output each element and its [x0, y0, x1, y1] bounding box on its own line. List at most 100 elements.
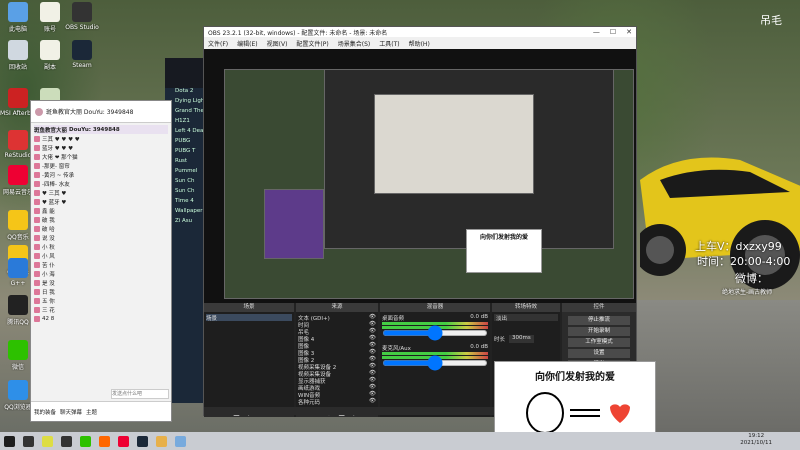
- source-item[interactable]: 视频采集设备 2 👁: [298, 363, 376, 371]
- eye-icon[interactable]: 👁: [369, 342, 376, 349]
- dock-sources: 来源 文本 (GDI+) 👁 时间 👁 吊毛 👁 图像 4 👁 图像 👁 图像 3 👁 图像 2 👁 视频采…: [296, 303, 378, 417]
- transition-select[interactable]: 淡出: [494, 314, 558, 322]
- douyu-icon[interactable]: [99, 435, 110, 447]
- douyu-chat-window: 斑鱼教官大丽 DouYu: 3949848 斑鱼教官大丽 DouYu: 3949…: [30, 100, 172, 422]
- eye-icon[interactable]: 👁: [369, 314, 376, 321]
- avatar: [34, 180, 40, 187]
- app-icon: [72, 2, 92, 22]
- eye-icon[interactable]: 👁: [369, 398, 376, 405]
- desktop-icon[interactable]: OBS Studio: [64, 2, 100, 31]
- desktop-icon[interactable]: 回收站: [0, 40, 36, 71]
- maximize-icon[interactable]: ☐: [610, 28, 616, 36]
- obs-icon[interactable]: [61, 435, 72, 447]
- overlay-weibo-name: 绝地求生-画古教师: [722, 289, 773, 296]
- duration-input[interactable]: 300ms: [509, 335, 534, 343]
- source-item[interactable]: 各种元码 👁: [298, 398, 376, 406]
- chat-message-text: ♥ 三其 ♥: [42, 190, 67, 197]
- app-icon: [8, 210, 28, 230]
- source-name: 画纸游戏: [298, 386, 321, 392]
- netease-icon[interactable]: [118, 435, 129, 447]
- duration-label: 时长: [494, 337, 506, 343]
- chat-message-text: 是 没: [42, 280, 55, 287]
- source-item[interactable]: 图像 3 👁: [298, 349, 376, 357]
- chat-bottom-item[interactable]: 主题: [86, 408, 97, 416]
- eye-icon[interactable]: 👁: [369, 356, 376, 363]
- menu-item[interactable]: 文件(F): [208, 39, 228, 48]
- source-item[interactable]: 画纸游戏 👁: [298, 384, 376, 392]
- source-item[interactable]: 文本 (GDI+) 👁: [298, 314, 376, 322]
- volume-slider[interactable]: [382, 360, 488, 366]
- source-item[interactable]: 视频采集设备 👁: [298, 370, 376, 378]
- app-icon: [8, 130, 28, 150]
- chrome-icon[interactable]: [42, 435, 53, 447]
- desktop-icon-label: 副本: [43, 64, 56, 71]
- source-name: 文本 (GDI+): [298, 316, 330, 322]
- eye-icon[interactable]: 👁: [369, 328, 376, 335]
- obs-title: OBS 23.2.1 (32-bit, windows) - 配置文件: 未命名…: [208, 29, 388, 37]
- chat-titlebar: 斑鱼教官大丽 DouYu: 3949848: [31, 101, 171, 123]
- overlay-qq-text: 上车V：dxzxy99: [695, 240, 782, 253]
- menu-item[interactable]: 工具(T): [379, 39, 399, 48]
- source-item[interactable]: 图像 4 👁: [298, 335, 376, 343]
- avatar: [34, 207, 40, 214]
- steam-icon[interactable]: [137, 435, 148, 447]
- eye-icon[interactable]: 👁: [369, 370, 376, 377]
- chat-message-text: -黄河 ~ 传承: [42, 172, 75, 179]
- close-icon[interactable]: ✕: [626, 28, 632, 36]
- chat-message: ♥ 三其 ♥: [34, 188, 168, 197]
- chat-message-text: 蓝牙 ♥ ♥ ♥: [42, 145, 74, 152]
- desktop-icon[interactable]: 副本: [32, 40, 68, 71]
- menu-item[interactable]: 视图(V): [267, 39, 288, 48]
- volume-slider[interactable]: [382, 330, 488, 336]
- menu-item[interactable]: 场景集合(S): [338, 39, 371, 48]
- chat-input[interactable]: [111, 389, 169, 399]
- clock-date: 2021/10/11: [740, 440, 772, 446]
- control-button[interactable]: 工作室模式: [568, 338, 630, 347]
- chat-bottom-item[interactable]: 我的装备: [34, 408, 56, 416]
- desktop-icon[interactable]: 账号: [32, 2, 68, 33]
- source-item[interactable]: 图像 2 👁: [298, 356, 376, 364]
- source-item[interactable]: WIN音频 👁: [298, 391, 376, 399]
- minimize-icon[interactable]: —: [593, 28, 600, 36]
- chat-message: 日 我: [34, 287, 168, 296]
- menu-item[interactable]: 配置文件(P): [296, 39, 328, 48]
- preview-meme-caption: 向你们发射我的爱: [479, 234, 528, 241]
- eye-icon[interactable]: 👁: [369, 321, 376, 328]
- app-icon: [8, 340, 28, 360]
- eye-icon[interactable]: 👁: [369, 335, 376, 342]
- source-item[interactable]: 吊毛 👁: [298, 328, 376, 336]
- app-icon: [8, 2, 28, 22]
- clock[interactable]: 19:12 2021/10/11: [740, 433, 772, 447]
- chat-message: 小 海: [34, 269, 168, 278]
- source-item[interactable]: 显示器捕获 👁: [298, 377, 376, 385]
- mixer-channel: 麦克风/Aux 0.0 dB: [382, 344, 488, 368]
- note-icon[interactable]: [175, 435, 186, 447]
- search-icon[interactable]: [23, 435, 34, 447]
- app-icon: [40, 40, 60, 60]
- scene-item[interactable]: 场景: [206, 314, 292, 322]
- source-item[interactable]: 图像 👁: [298, 342, 376, 350]
- preview-meme: 向你们发射我的爱: [466, 229, 542, 273]
- wechat-icon[interactable]: [80, 435, 91, 447]
- eye-icon[interactable]: 👁: [369, 377, 376, 384]
- control-button[interactable]: 开始录制: [568, 327, 630, 336]
- desktop-icon[interactable]: 此电脑: [0, 2, 36, 33]
- control-button[interactable]: 设置: [568, 349, 630, 358]
- menu-item[interactable]: 帮助(H): [409, 39, 430, 48]
- avatar: [34, 297, 40, 304]
- avatar: [34, 189, 40, 196]
- eye-icon[interactable]: 👁: [369, 349, 376, 356]
- obs-preview[interactable]: 向你们发射我的爱: [204, 49, 636, 303]
- menu-item[interactable]: 编辑(E): [237, 39, 257, 48]
- desktop-icon[interactable]: Steam: [64, 40, 100, 69]
- control-button[interactable]: 停止推流: [568, 316, 630, 325]
- chat-bottom-item[interactable]: 聊天弹幕: [60, 408, 82, 416]
- source-name: WIN音频: [298, 393, 321, 399]
- folder-icon[interactable]: [156, 435, 167, 447]
- eye-icon[interactable]: 👁: [369, 363, 376, 370]
- eye-icon[interactable]: 👁: [369, 384, 376, 391]
- source-item[interactable]: 时间 👁: [298, 321, 376, 329]
- eye-icon[interactable]: 👁: [369, 391, 376, 398]
- start-icon[interactable]: [4, 435, 15, 447]
- chat-message-list[interactable]: 斑鱼教官大丽 DouYu: 3949848 三其 ♥ ♥ ♥ ♥ 蓝牙 ♥ ♥ ♥…: [31, 123, 171, 401]
